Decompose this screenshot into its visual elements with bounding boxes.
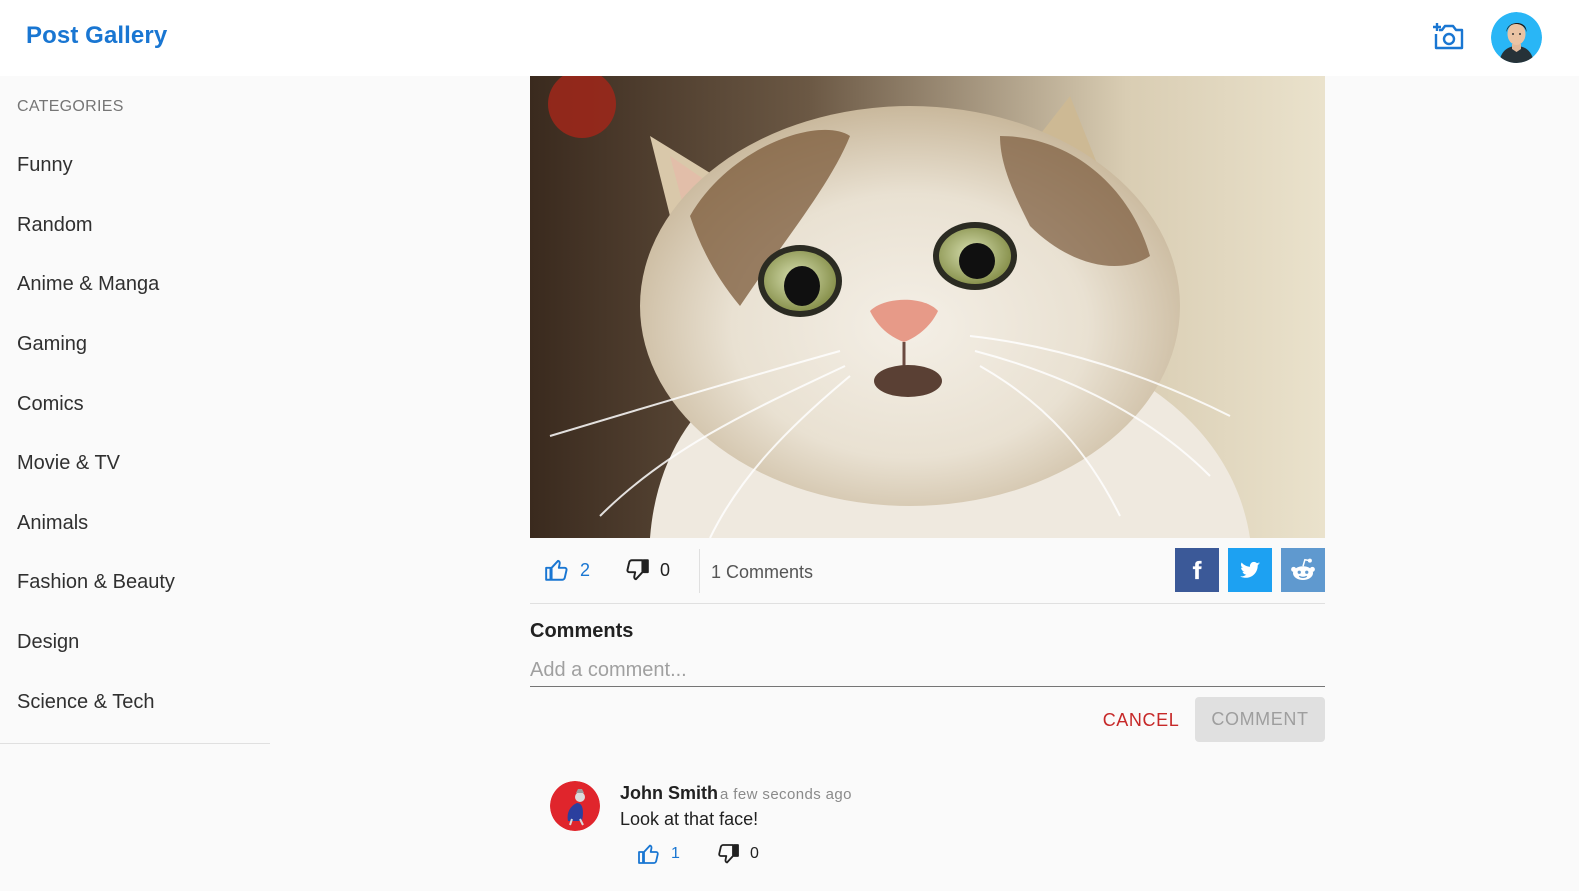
post-downvote-count: 0: [660, 559, 671, 580]
sidebar-item-funny[interactable]: Funny: [0, 136, 270, 196]
categories-sidebar: CATEGORIES Funny Random Anime & Manga Ga…: [0, 76, 270, 744]
upvote-button[interactable]: 2: [544, 557, 590, 583]
cancel-button[interactable]: CANCEL: [1094, 698, 1188, 742]
comment-upvote-button[interactable]: 1: [637, 842, 680, 866]
share-twitter-button[interactable]: [1228, 548, 1272, 592]
sidebar-item-science-tech[interactable]: Science & Tech: [0, 672, 270, 732]
brand-title[interactable]: Post Gallery: [26, 22, 167, 50]
app-header: Post Gallery: [0, 0, 1579, 76]
comment-downvote-button[interactable]: 0: [716, 842, 759, 866]
thumb-down-icon: [718, 844, 739, 864]
categories-list: Funny Random Anime & Manga Gaming Comics…: [0, 136, 270, 732]
comment-upvote-count: 1: [671, 845, 680, 862]
sidebar-item-design[interactable]: Design: [0, 613, 270, 673]
comment-input[interactable]: [530, 654, 1325, 687]
actions-divider: [699, 549, 700, 593]
comment-author-avatar[interactable]: [550, 781, 600, 831]
sidebar-item-anime-manga[interactable]: Anime & Manga: [0, 255, 270, 315]
sidebar-item-comics[interactable]: Comics: [0, 374, 270, 434]
sidebar-item-animals[interactable]: Animals: [0, 494, 270, 554]
share-facebook-button[interactable]: [1175, 548, 1219, 592]
sidebar-item-gaming[interactable]: Gaming: [0, 315, 270, 375]
comments-heading: Comments: [530, 620, 634, 642]
facebook-icon: [1192, 560, 1202, 580]
categories-title: CATEGORIES: [17, 98, 124, 115]
twitter-icon: [1240, 561, 1260, 578]
post-upvote-count: 2: [580, 559, 591, 580]
user-avatar[interactable]: [1491, 12, 1542, 63]
comment-timestamp: a few seconds ago: [720, 786, 852, 803]
comment-submit-button[interactable]: COMMENT: [1195, 697, 1325, 742]
thumb-up-icon: [545, 559, 568, 581]
sidebar-item-movie-tv[interactable]: Movie & TV: [0, 434, 270, 494]
thumb-down-icon: [626, 559, 649, 581]
comment-author[interactable]: John Smith: [620, 783, 718, 804]
add-a-photo-icon[interactable]: [1430, 20, 1464, 54]
reddit-icon: [1291, 558, 1315, 580]
downvote-button[interactable]: 0: [624, 557, 670, 583]
sidebar-item-random[interactable]: Random: [0, 196, 270, 256]
sidebar-item-fashion-beauty[interactable]: Fashion & Beauty: [0, 553, 270, 613]
comment-downvote-count: 0: [750, 845, 759, 862]
post-image: [530, 76, 1325, 538]
thumb-up-icon: [638, 844, 659, 864]
share-reddit-button[interactable]: [1281, 548, 1325, 592]
comment-item: John Smith a few seconds ago Look at tha…: [550, 781, 1325, 881]
comments-count[interactable]: 1 Comments: [711, 562, 813, 583]
comment-text: Look at that face!: [620, 809, 759, 829]
post-actions-bar: 2 0 1 Comments: [530, 538, 1325, 604]
